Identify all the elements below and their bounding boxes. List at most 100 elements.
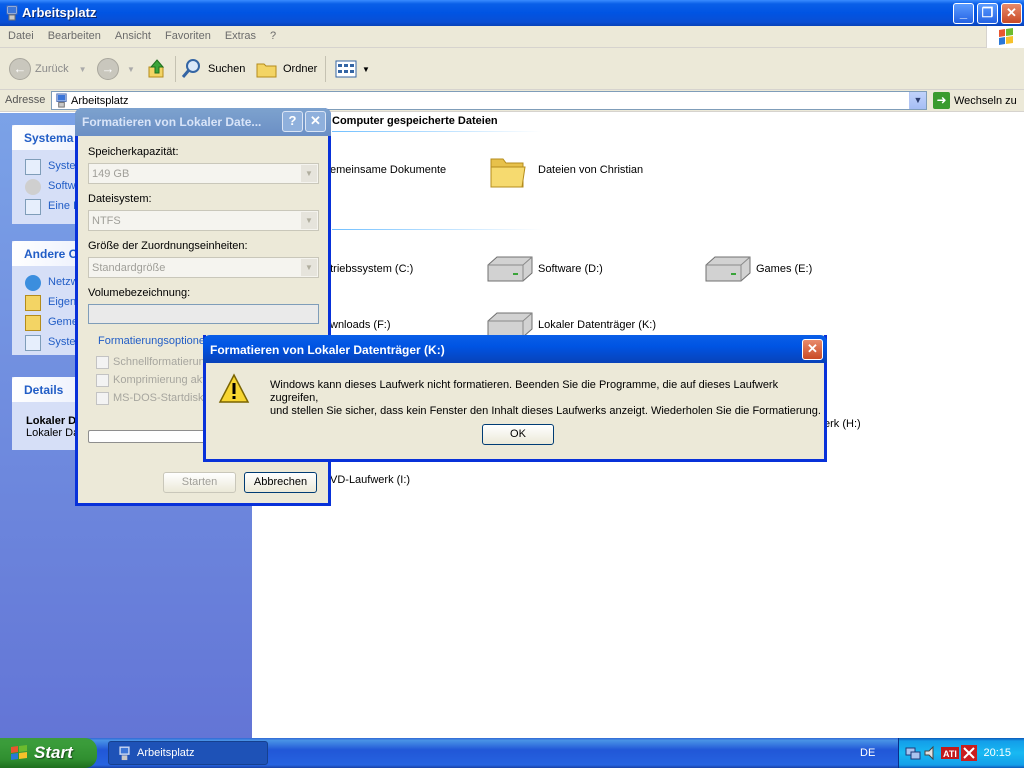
taskbar-window-button[interactable]: Arbeitsplatz	[108, 741, 268, 765]
place-label: Netzw	[48, 276, 79, 288]
filesystem-select[interactable]: NTFS ▼	[88, 210, 319, 231]
forward-button[interactable]: → ▼	[97, 56, 135, 82]
filesystem-value: NTFS	[92, 215, 121, 227]
place-label: Eigen	[48, 296, 77, 308]
language-indicator[interactable]: DE	[860, 747, 875, 759]
format-close-button[interactable]: ✕	[305, 111, 326, 132]
shared-documents-item[interactable]: emeinsame Dokumente	[330, 164, 446, 176]
quick-format-checkbox[interactable]	[96, 356, 109, 369]
up-button[interactable]	[145, 56, 169, 82]
menu-favorites[interactable]: Favoriten	[157, 26, 217, 42]
clock[interactable]: 20:15	[983, 747, 1011, 759]
drive-k-item[interactable]: Lokaler Datenträger (K:)	[538, 319, 656, 331]
volume-label: Volumebezeichnung:	[88, 287, 191, 299]
search-button[interactable]: Suchen	[180, 56, 245, 82]
antivirus-icon[interactable]	[961, 745, 977, 761]
drive-f-item[interactable]: wnloads (F:)	[330, 319, 391, 331]
format-dialog-title: Formatieren von Lokaler Date...	[82, 115, 262, 129]
search-icon	[181, 59, 200, 78]
compression-checkbox[interactable]	[96, 374, 109, 387]
capacity-select[interactable]: 149 GB ▼	[88, 163, 319, 184]
place-label: Geme	[48, 316, 78, 328]
back-button[interactable]: ← Zurück ▼	[9, 56, 87, 82]
documents-icon	[25, 295, 41, 311]
windows-logo	[986, 26, 1024, 48]
toolbar: ← Zurück ▼ → ▼ Suchen Ordner ▼	[0, 48, 1024, 90]
ok-button[interactable]: OK	[482, 424, 554, 445]
go-button[interactable]: ➜ Wechseln zu	[933, 92, 1017, 109]
hard-drive-icon[interactable]	[703, 255, 753, 283]
taskbar: Start Arbeitsplatz DE ATI 20:15	[0, 738, 1024, 768]
control-panel-icon	[25, 199, 41, 215]
views-dropdown-icon: ▼	[362, 64, 370, 74]
capacity-value: 149 GB	[92, 168, 130, 180]
help-button[interactable]: ?	[282, 111, 303, 132]
volume-input[interactable]	[88, 304, 319, 324]
search-label: Suchen	[208, 63, 246, 75]
windows-flag-icon	[999, 28, 1013, 45]
capacity-label: Speicherkapazität:	[88, 146, 179, 158]
drive-h-item[interactable]: erk (H:)	[824, 418, 861, 430]
menu-edit[interactable]: Bearbeiten	[40, 26, 107, 42]
message-title: Formatieren von Lokaler Datenträger (K:)	[210, 343, 445, 357]
hard-drive-icon[interactable]	[485, 255, 535, 283]
chevron-down-icon: ▼	[301, 212, 317, 229]
menu-bar: Datei Bearbeiten Ansicht Favoriten Extras?	[0, 26, 1024, 48]
christian-files-item[interactable]: Dateien von Christian	[538, 164, 643, 176]
start-button[interactable]: Start	[0, 738, 97, 768]
section-files-title: Computer gespeicherte Dateien	[332, 115, 498, 127]
task-label: Syste	[48, 160, 76, 172]
minimize-button[interactable]: _	[953, 3, 974, 24]
message-title-bar[interactable]: Formatieren von Lokaler Datenträger (K:)…	[203, 335, 827, 363]
drive-e-item[interactable]: Games (E:)	[756, 263, 812, 275]
folder-up-icon	[148, 59, 165, 78]
system-info-icon	[25, 159, 41, 175]
windows-flag-icon	[11, 745, 27, 760]
address-dropdown-icon[interactable]: ▼	[909, 92, 926, 109]
folders-button[interactable]: Ordner	[255, 56, 317, 82]
message-close-button[interactable]: ✕	[802, 339, 823, 360]
place-label: Syste	[48, 336, 76, 348]
my-computer-icon	[119, 746, 130, 761]
warning-icon	[218, 373, 250, 403]
message-line-1: Windows kann dieses Laufwerk nicht forma…	[270, 379, 779, 404]
menu-view[interactable]: Ansicht	[107, 26, 157, 42]
start-format-button[interactable]: Starten	[163, 472, 236, 493]
ati-icon[interactable]: ATI	[941, 745, 959, 761]
back-dropdown-icon[interactable]: ▼	[79, 65, 87, 74]
forward-dropdown-icon[interactable]: ▼	[127, 65, 135, 74]
address-label: Adresse	[5, 94, 46, 106]
format-dialog-title-bar[interactable]: Formatieren von Lokaler Date... ? ✕	[75, 108, 331, 136]
allocation-label: Größe der Zuordnungseinheiten:	[88, 240, 248, 252]
msdos-startup-label: MS-DOS-Startdiske	[113, 392, 210, 404]
volume-icon[interactable]	[923, 745, 939, 761]
drive-c-item[interactable]: etriebssystem (C:)	[324, 263, 413, 275]
drive-d-item[interactable]: Software (D:)	[538, 263, 603, 275]
software-icon	[25, 179, 41, 195]
drive-i-item[interactable]: VD-Laufwerk (I:)	[330, 474, 410, 486]
allocation-select[interactable]: Standardgröße ▼	[88, 257, 319, 278]
task-label: Softw	[48, 180, 76, 192]
folder-icon[interactable]	[489, 151, 527, 191]
format-options-label: Formatierungsoptionen	[98, 335, 212, 347]
taskbar-window-label: Arbeitsplatz	[137, 747, 195, 759]
back-arrow-icon: ←	[9, 58, 31, 80]
system-tray: ATI 20:15	[898, 738, 1024, 768]
title-bar[interactable]: Arbeitsplatz _ ❐ ✕	[0, 0, 1024, 26]
menu-help[interactable]: ?	[262, 26, 282, 42]
menu-file[interactable]: Datei	[0, 26, 40, 42]
folders-label: Ordner	[283, 63, 318, 75]
forward-arrow-icon: →	[97, 58, 119, 80]
maximize-button[interactable]: ❐	[977, 3, 998, 24]
views-button[interactable]: ▼	[334, 56, 370, 82]
views-icon	[335, 60, 357, 78]
filesystem-label: Dateisystem:	[88, 193, 152, 205]
svg-text:ATI: ATI	[943, 749, 957, 759]
msdos-startup-checkbox[interactable]	[96, 392, 109, 405]
window-title: Arbeitsplatz	[22, 5, 97, 20]
error-message-box: Formatieren von Lokaler Datenträger (K:)…	[203, 335, 827, 462]
cancel-button[interactable]: Abbrechen	[244, 472, 317, 493]
close-button[interactable]: ✕	[1001, 3, 1022, 24]
menu-tools[interactable]: Extras	[217, 26, 262, 42]
network-icon[interactable]	[905, 745, 921, 761]
